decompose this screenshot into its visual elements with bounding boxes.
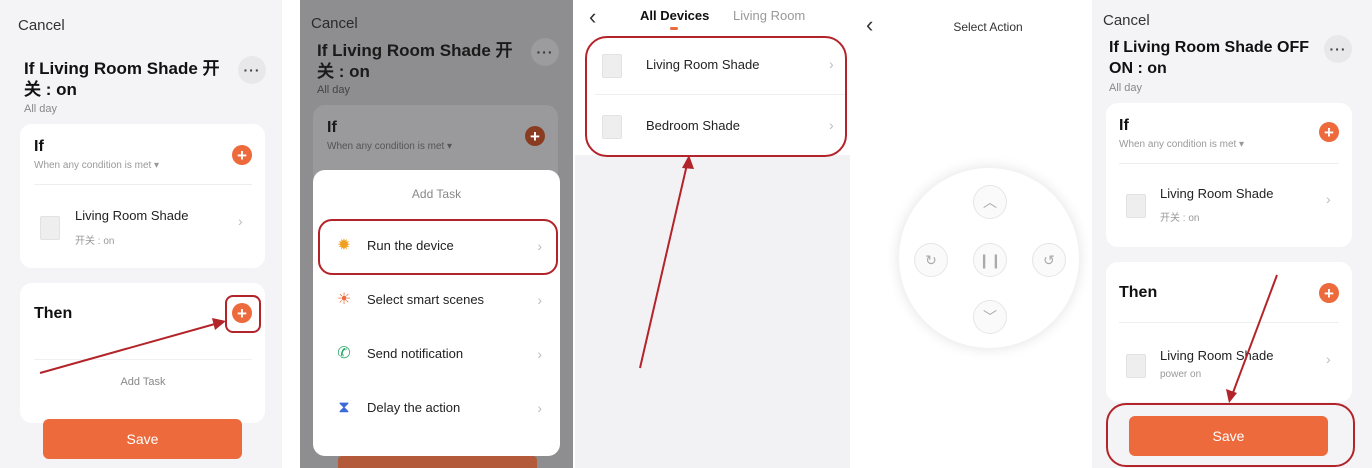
save-button-obscured bbox=[338, 456, 537, 468]
annotation-highlight bbox=[318, 219, 558, 275]
rotate-right-button[interactable]: ↺ bbox=[1032, 243, 1066, 277]
panel-add-task: Cancel If Living Room Shade 开 关 : on All… bbox=[300, 0, 573, 468]
chevron-right-icon: › bbox=[537, 292, 542, 308]
task-delay-action[interactable]: ⧗ Delay the action › bbox=[313, 382, 560, 436]
chevron-up-icon: ︿ bbox=[983, 194, 997, 210]
chevron-down-icon: ﹀ bbox=[983, 309, 997, 325]
task-send-notification[interactable]: ✆ Send notification › bbox=[313, 328, 560, 382]
close-down-button[interactable]: ﹀ bbox=[973, 300, 1007, 334]
if-title: If bbox=[327, 119, 337, 136]
annotation-arrow bbox=[39, 318, 226, 374]
pause-icon: ❙❙ bbox=[978, 251, 1002, 268]
hourglass-icon: ⧗ bbox=[338, 399, 350, 416]
add-condition-button[interactable]: + bbox=[525, 126, 545, 146]
open-up-button[interactable]: ︿ bbox=[973, 185, 1007, 219]
chevron-right-icon: › bbox=[537, 400, 542, 416]
annotation-arrow bbox=[1226, 274, 1278, 403]
phone-message-icon: ✆ bbox=[337, 345, 351, 362]
pause-button[interactable]: ❙❙ bbox=[973, 243, 1007, 277]
page-title: Select Action bbox=[953, 20, 1023, 34]
task-label: Send notification bbox=[367, 346, 464, 361]
panel-edit-scene: Cancel If Living Room Shade 开关 : on All … bbox=[0, 0, 282, 468]
add-task-sheet: Add Task ✹ Run the device › ☀ Select sma… bbox=[313, 170, 560, 456]
rotate-ccw-icon: ↻ bbox=[925, 251, 937, 268]
annotation-arrow bbox=[639, 155, 694, 369]
scene-title: If Living Room Shade 开 关 : on bbox=[317, 41, 513, 81]
rotate-cw-icon: ↺ bbox=[1043, 251, 1055, 268]
panel-final-scene: Cancel If Living Room Shade OFF ON : on … bbox=[1092, 0, 1372, 468]
condition-selector[interactable]: When any condition is met ▾ bbox=[327, 141, 452, 152]
chevron-right-icon: › bbox=[537, 346, 542, 362]
more-options-icon[interactable]: ··· bbox=[531, 38, 559, 66]
panel-select-device: ‹ All Devices Living Room Living Room Sh… bbox=[575, 0, 850, 468]
task-label: Select smart scenes bbox=[367, 292, 485, 307]
sunrise-scene-icon: ☀ bbox=[336, 291, 352, 308]
sheet-title: Add Task bbox=[411, 187, 462, 201]
task-smart-scene[interactable]: ☀ Select smart scenes › bbox=[313, 274, 560, 328]
panel-select-action: ‹ Select Action ︿ ↻ ❙❙ ↺ ﹀ bbox=[852, 0, 1092, 468]
scene-schedule: All day bbox=[317, 84, 351, 96]
task-label: Delay the action bbox=[367, 400, 461, 415]
cancel-button[interactable]: Cancel bbox=[311, 15, 358, 32]
rotate-left-button[interactable]: ↻ bbox=[914, 243, 948, 277]
